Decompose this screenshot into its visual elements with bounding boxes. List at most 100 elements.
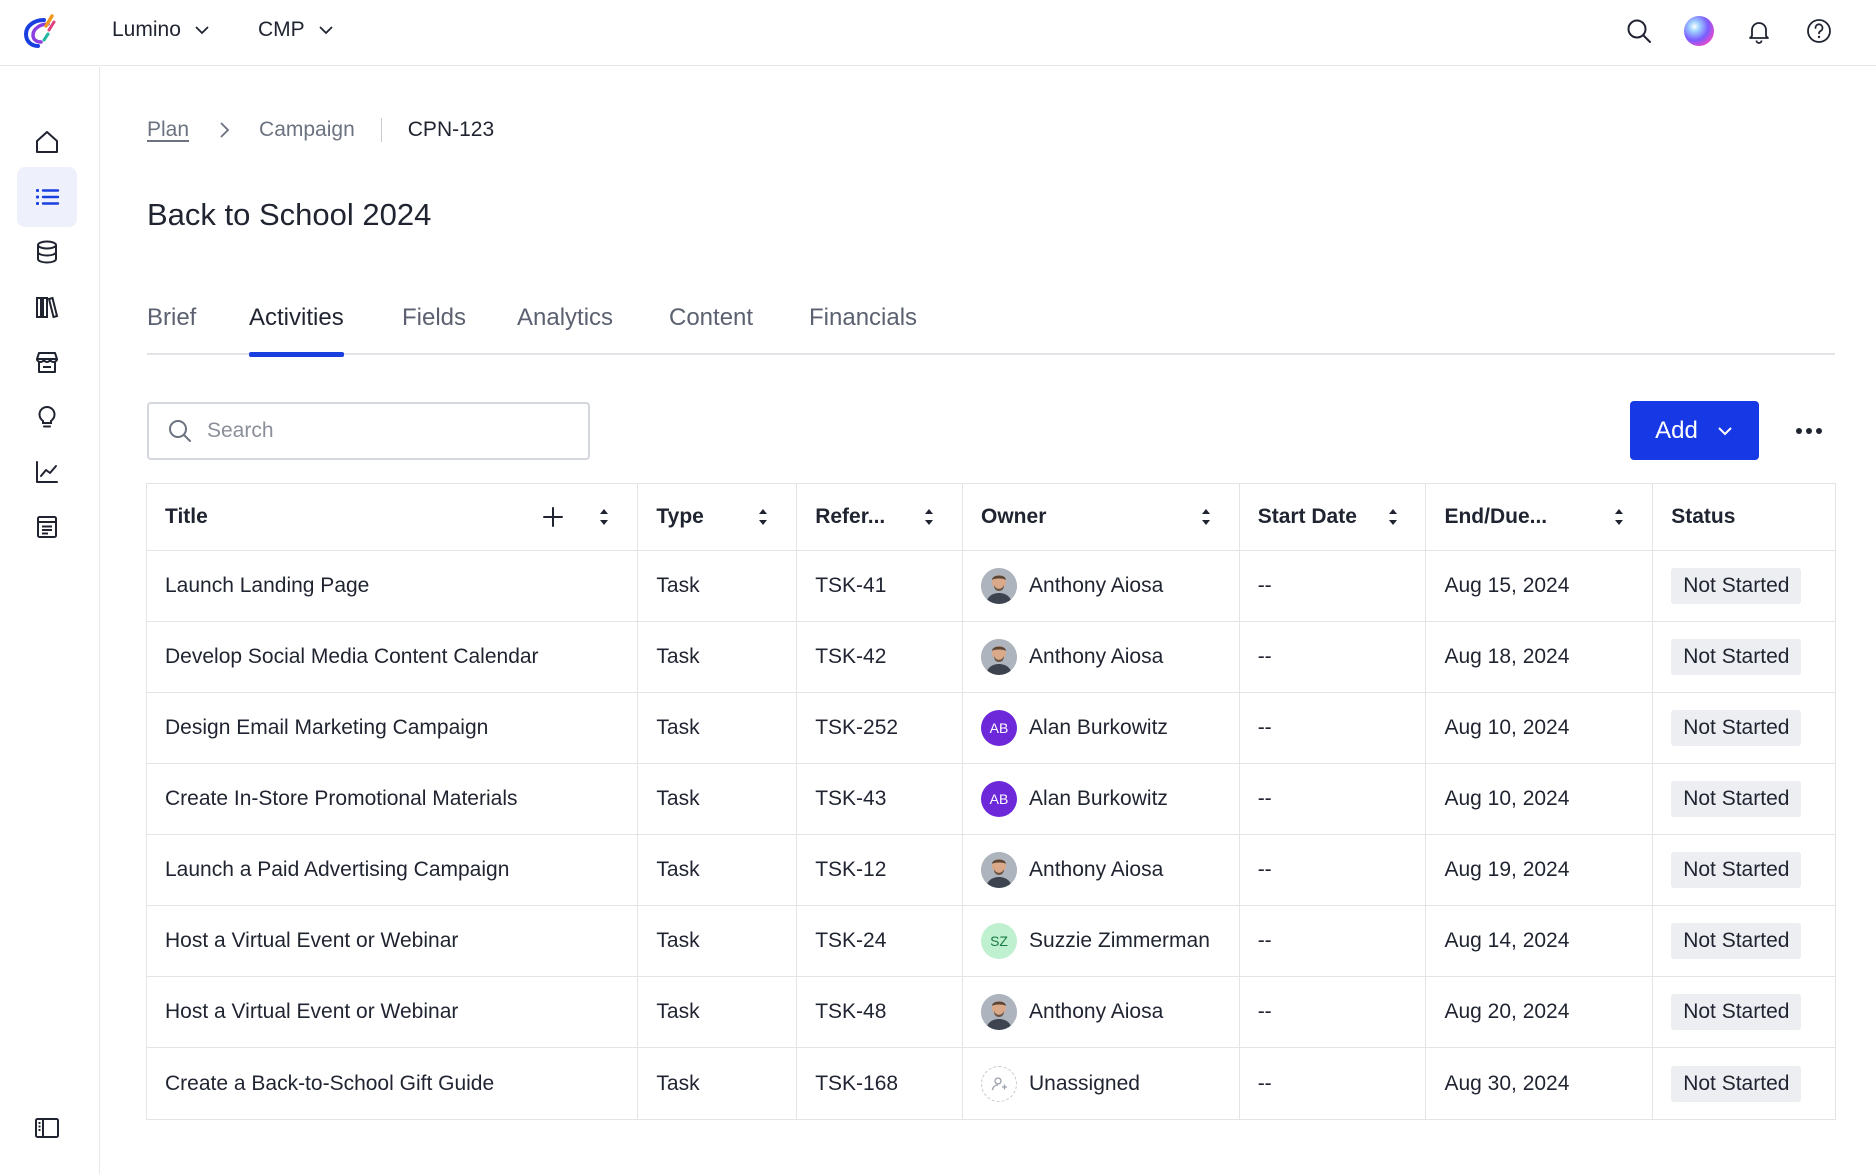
avatar bbox=[981, 852, 1018, 888]
activity-reference: TSK-42 bbox=[815, 645, 887, 668]
activity-title: Host a Virtual Event or Webinar bbox=[165, 929, 459, 952]
start-date: -- bbox=[1257, 929, 1272, 952]
tab-activities[interactable]: Activities bbox=[249, 304, 344, 357]
sort-icon[interactable] bbox=[1200, 507, 1212, 527]
product-menu[interactable]: CMP bbox=[258, 18, 335, 42]
activity-type: Task bbox=[656, 858, 700, 881]
avatar: AB bbox=[981, 710, 1018, 746]
tab-brief[interactable]: Brief bbox=[147, 304, 196, 355]
tab-content[interactable]: Content bbox=[669, 304, 753, 355]
sidebar-collapse-toggle[interactable] bbox=[17, 1098, 77, 1158]
table-row[interactable]: Launch Landing Page Task TSK-41 Anthony Aio… bbox=[147, 551, 1835, 622]
table-row[interactable]: Host a Virtual Event or Webinar Task TSK-2… bbox=[147, 906, 1835, 977]
sidebar-item-store[interactable] bbox=[17, 332, 77, 392]
table-row[interactable]: Design Email Marketing Campaign Task TSK-2… bbox=[147, 693, 1835, 764]
app-logo-icon[interactable] bbox=[18, 12, 58, 52]
cell-owner[interactable]: Anthony Aiosa bbox=[963, 551, 1240, 621]
cell-title[interactable]: Launch a Paid Advertising Campaign bbox=[147, 835, 639, 905]
column-header-start-date[interactable]: Start Date bbox=[1240, 484, 1427, 550]
cell-owner[interactable]: Anthony Aiosa bbox=[963, 977, 1240, 1047]
cell-owner[interactable]: Anthony Aiosa bbox=[963, 622, 1240, 692]
cell-title[interactable]: Design Email Marketing Campaign bbox=[147, 693, 639, 763]
cell-reference[interactable]: TSK-43 bbox=[797, 764, 964, 834]
cell-title[interactable]: Develop Social Media Content Calendar bbox=[147, 622, 639, 692]
column-header-type[interactable]: Type bbox=[638, 484, 798, 550]
sort-icon[interactable] bbox=[923, 507, 935, 527]
search-icon[interactable] bbox=[1622, 14, 1656, 48]
sort-icon[interactable] bbox=[757, 507, 769, 527]
activity-type: Task bbox=[656, 574, 700, 597]
cell-end-date: Aug 18, 2024 bbox=[1426, 622, 1654, 692]
breadcrumb-plan-link[interactable]: Plan bbox=[147, 118, 189, 142]
sort-icon[interactable] bbox=[598, 507, 610, 527]
cell-owner[interactable]: Unassigned bbox=[963, 1048, 1240, 1119]
table-row[interactable]: Launch a Paid Advertising Campaign Task TS… bbox=[147, 835, 1835, 906]
cell-reference[interactable]: TSK-41 bbox=[797, 551, 964, 621]
cell-status[interactable]: Not Started bbox=[1653, 693, 1835, 763]
column-header-end-due[interactable]: End/Due... bbox=[1426, 484, 1654, 550]
cell-status[interactable]: Not Started bbox=[1653, 906, 1835, 976]
tab-analytics[interactable]: Analytics bbox=[517, 304, 613, 355]
more-options-button[interactable] bbox=[1792, 414, 1826, 448]
cell-title[interactable]: Host a Virtual Event or Webinar bbox=[147, 977, 639, 1047]
bell-icon[interactable] bbox=[1742, 14, 1776, 48]
sidebar-item-ideas[interactable] bbox=[17, 387, 77, 447]
help-icon[interactable] bbox=[1802, 14, 1836, 48]
breadcrumb-campaign-link[interactable]: Campaign bbox=[259, 118, 355, 142]
tab-financials[interactable]: Financials bbox=[809, 304, 917, 355]
cell-type: Task bbox=[638, 693, 798, 763]
column-header-owner[interactable]: Owner bbox=[963, 484, 1240, 550]
sidebar-item-home[interactable] bbox=[17, 112, 77, 172]
breadcrumb: Plan Campaign CPN-123 bbox=[147, 118, 494, 142]
avatar bbox=[981, 1065, 1018, 1102]
cell-owner[interactable]: AB Alan Burkowitz bbox=[963, 693, 1240, 763]
cell-reference[interactable]: TSK-24 bbox=[797, 906, 964, 976]
add-column-icon[interactable] bbox=[541, 505, 565, 529]
sidebar-item-plan[interactable] bbox=[17, 167, 77, 227]
cell-title[interactable]: Host a Virtual Event or Webinar bbox=[147, 906, 639, 976]
sidebar-item-library[interactable] bbox=[17, 277, 77, 337]
cell-reference[interactable]: TSK-42 bbox=[797, 622, 964, 692]
cell-status[interactable]: Not Started bbox=[1653, 835, 1835, 905]
cell-title[interactable]: Launch Landing Page bbox=[147, 551, 639, 621]
end-date: Aug 20, 2024 bbox=[1444, 1000, 1570, 1023]
owner-name: Unassigned bbox=[1029, 1071, 1140, 1095]
cell-status[interactable]: Not Started bbox=[1653, 622, 1835, 692]
org-menu[interactable]: Lumino bbox=[112, 18, 211, 42]
cell-type: Task bbox=[638, 835, 798, 905]
cell-owner[interactable]: AB Alan Burkowitz bbox=[963, 764, 1240, 834]
add-button[interactable]: Add bbox=[1630, 401, 1759, 460]
column-header-status[interactable]: Status bbox=[1653, 484, 1835, 550]
activity-type: Task bbox=[656, 929, 700, 952]
table-row[interactable]: Host a Virtual Event or Webinar Task TSK-4… bbox=[147, 977, 1835, 1048]
activity-reference: TSK-48 bbox=[815, 1000, 887, 1023]
sort-icon[interactable] bbox=[1613, 507, 1625, 527]
ai-orb-icon[interactable] bbox=[1682, 14, 1716, 48]
activity-title: Launch a Paid Advertising Campaign bbox=[165, 858, 510, 881]
cell-status[interactable]: Not Started bbox=[1653, 977, 1835, 1047]
cell-owner[interactable]: Anthony Aiosa bbox=[963, 835, 1240, 905]
cell-title[interactable]: Create a Back-to-School Gift Guide bbox=[147, 1048, 639, 1119]
search-input[interactable] bbox=[207, 419, 567, 443]
table-row[interactable]: Create In-Store Promotional Materials Tas… bbox=[147, 764, 1835, 835]
cell-status[interactable]: Not Started bbox=[1653, 1048, 1835, 1119]
cell-end-date: Aug 15, 2024 bbox=[1426, 551, 1654, 621]
column-header-title[interactable]: Title bbox=[147, 484, 639, 550]
cell-reference[interactable]: TSK-48 bbox=[797, 977, 964, 1047]
tab-fields[interactable]: Fields bbox=[402, 304, 466, 355]
cell-status[interactable]: Not Started bbox=[1653, 551, 1835, 621]
end-date: Aug 15, 2024 bbox=[1444, 574, 1570, 597]
sidebar-item-analytics[interactable] bbox=[17, 442, 77, 502]
cell-owner[interactable]: SZ Suzzie Zimmerman bbox=[963, 906, 1240, 976]
sidebar-item-reports[interactable] bbox=[17, 497, 77, 557]
cell-reference[interactable]: TSK-12 bbox=[797, 835, 964, 905]
sort-icon[interactable] bbox=[1387, 507, 1399, 527]
column-header-reference[interactable]: Refer... bbox=[797, 484, 964, 550]
cell-title[interactable]: Create In-Store Promotional Materials bbox=[147, 764, 639, 834]
table-row[interactable]: Create a Back-to-School Gift Guide Task TS… bbox=[147, 1048, 1835, 1119]
cell-status[interactable]: Not Started bbox=[1653, 764, 1835, 834]
cell-reference[interactable]: TSK-252 bbox=[797, 693, 964, 763]
sidebar-item-data[interactable] bbox=[17, 222, 77, 282]
cell-reference[interactable]: TSK-168 bbox=[797, 1048, 964, 1119]
table-row[interactable]: Develop Social Media Content Calendar Tas… bbox=[147, 622, 1835, 693]
